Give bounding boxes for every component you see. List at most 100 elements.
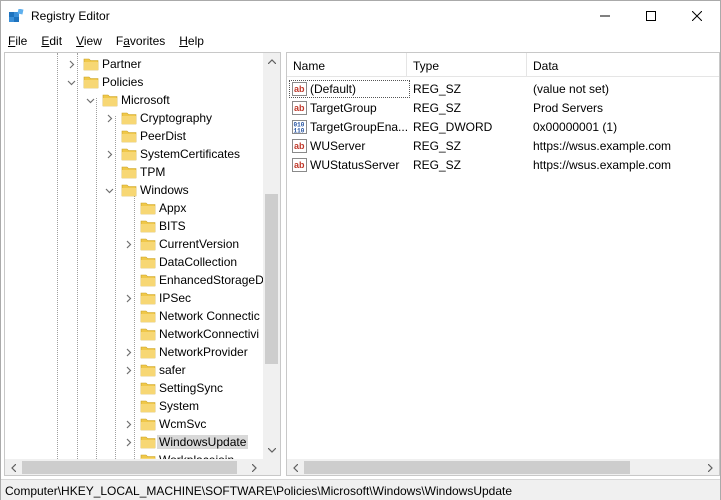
scroll-down-arrow-icon[interactable] (263, 442, 280, 459)
tree-node[interactable]: Workplacejoin (5, 451, 263, 459)
menu-item[interactable]: View (69, 32, 109, 51)
tree-node[interactable]: Cryptography (5, 109, 263, 127)
tree-node[interactable]: System (5, 397, 263, 415)
value-row[interactable]: ab TargetGroup REG_SZ Prod Servers (287, 99, 719, 117)
chevron-right-icon[interactable] (124, 294, 133, 303)
chevron-down-icon[interactable] (86, 96, 95, 105)
maximize-button[interactable] (628, 1, 674, 31)
scroll-left-arrow-icon[interactable] (5, 459, 22, 475)
tree-node[interactable]: Microsoft (5, 91, 263, 109)
tree-node-label: DataCollection (159, 255, 238, 269)
chevron-right-icon[interactable] (105, 114, 114, 123)
menu-item[interactable]: Help (172, 32, 211, 51)
scroll-left-arrow-icon[interactable] (287, 459, 304, 475)
tree-node[interactable]: safer (5, 361, 263, 379)
tree-node[interactable]: SystemCertificates (5, 145, 263, 163)
tree-node-label: Network Connectic (159, 309, 260, 323)
column-header-type[interactable]: Type (407, 53, 527, 77)
tree-node-label: Windows (140, 183, 189, 197)
folder-icon (140, 382, 156, 395)
tree-node[interactable]: SettingSync (5, 379, 263, 397)
scroll-up-arrow-icon[interactable] (263, 53, 280, 70)
tree-node[interactable]: DataCollection (5, 253, 263, 271)
scrollbar-corner (263, 459, 280, 475)
tree-node[interactable]: Network Connectic (5, 307, 263, 325)
folder-icon (140, 328, 156, 341)
menu-item[interactable]: Edit (34, 32, 69, 51)
folder-icon (140, 256, 156, 269)
chevron-right-icon[interactable] (124, 366, 133, 375)
tree-node[interactable]: Policies (5, 73, 263, 91)
tree-node[interactable]: WindowsUpdate (5, 433, 263, 451)
tree-node[interactable]: EnhancedStorageD (5, 271, 263, 289)
chevron-down-icon[interactable] (105, 186, 114, 195)
svg-text:ab: ab (294, 103, 305, 113)
tree-node[interactable]: NetworkProvider (5, 343, 263, 361)
tree-node[interactable]: NetworkConnectivi (5, 325, 263, 343)
menu-item[interactable]: File (1, 32, 34, 51)
folder-icon (140, 364, 156, 377)
tree-node-label: Policies (102, 75, 144, 89)
value-data: https://wsus.example.com (533, 139, 672, 153)
folder-icon (121, 166, 137, 179)
scroll-right-arrow-icon[interactable] (702, 459, 719, 475)
tree-node[interactable]: WcmSvc (5, 415, 263, 433)
tree-node[interactable]: PeerDist (5, 127, 263, 145)
tree-node[interactable]: TPM (5, 163, 263, 181)
minimize-button[interactable] (582, 1, 628, 31)
column-header-data[interactable]: Data (527, 53, 719, 77)
tree-vertical-scrollbar[interactable] (263, 53, 280, 459)
value-row[interactable]: ab WUStatusServer REG_SZ https://wsus.examp… (287, 156, 719, 174)
tree-vscroll-thumb[interactable] (265, 194, 278, 364)
tree-node-label: Microsoft (121, 93, 170, 107)
tree-node[interactable]: IPSec (5, 289, 263, 307)
menu-item[interactable]: Favorites (109, 32, 172, 51)
values-list-pane[interactable]: Name Type Data ab (Default) REG_SZ (value n… (286, 52, 720, 476)
tree-node-label: PeerDist (140, 129, 187, 143)
chevron-right-icon[interactable] (124, 240, 133, 249)
tree-hscroll-thumb[interactable] (22, 461, 237, 474)
tree-node-label: WindowsUpdate (157, 435, 249, 449)
folder-icon (121, 184, 137, 197)
tree-node[interactable]: Partner (5, 55, 263, 73)
svg-text:ab: ab (294, 141, 305, 151)
tree-node-label: NetworkConnectivi (159, 327, 260, 341)
tree-node[interactable]: Windows (5, 181, 263, 199)
chevron-down-icon[interactable] (67, 78, 76, 87)
chevron-right-icon[interactable] (124, 420, 133, 429)
value-type: REG_SZ (413, 139, 462, 153)
chevron-right-icon[interactable] (124, 438, 133, 447)
value-data: 0x00000001 (1) (533, 120, 618, 134)
list-horizontal-scrollbar[interactable] (287, 459, 719, 475)
key-tree[interactable]: Partner Policies Microsoft Cryptography Peer… (5, 53, 263, 459)
tree-node[interactable]: Appx (5, 199, 263, 217)
folder-icon (121, 148, 137, 161)
close-button[interactable] (674, 1, 720, 31)
title-bar[interactable]: Registry Editor (1, 1, 720, 32)
menu-bar: File Edit View Favorites Help (1, 32, 720, 51)
chevron-right-icon[interactable] (124, 348, 133, 357)
folder-icon (83, 76, 99, 89)
tree-node[interactable]: BITS (5, 217, 263, 235)
tree-node-label: safer (159, 363, 186, 377)
key-tree-pane[interactable]: Partner Policies Microsoft Cryptography Peer… (4, 52, 281, 476)
folder-icon (140, 400, 156, 413)
scroll-right-arrow-icon[interactable] (246, 459, 263, 475)
value-row[interactable]: 010 110 TargetGroupEna... REG_DWORD 0x000000… (287, 118, 719, 136)
tree-horizontal-scrollbar[interactable] (5, 459, 263, 475)
chevron-right-icon[interactable] (67, 60, 76, 69)
value-row[interactable]: ab WUServer REG_SZ https://wsus.example.com (287, 137, 719, 155)
folder-icon (140, 274, 156, 287)
chevron-right-icon[interactable] (105, 150, 114, 159)
value-data: (value not set) (533, 82, 610, 96)
tree-node-label: WcmSvc (159, 417, 207, 431)
folder-icon (121, 112, 137, 125)
column-header-name[interactable]: Name (287, 53, 407, 77)
value-data: https://wsus.example.com (533, 158, 672, 172)
tree-node[interactable]: CurrentVersion (5, 235, 263, 253)
tree-node-label: SettingSync (159, 381, 224, 395)
tree-node-label: CurrentVersion (159, 237, 240, 251)
folder-icon (140, 292, 156, 305)
value-row[interactable]: ab (Default) REG_SZ (value not set) (287, 80, 719, 98)
list-hscroll-thumb[interactable] (304, 461, 630, 474)
